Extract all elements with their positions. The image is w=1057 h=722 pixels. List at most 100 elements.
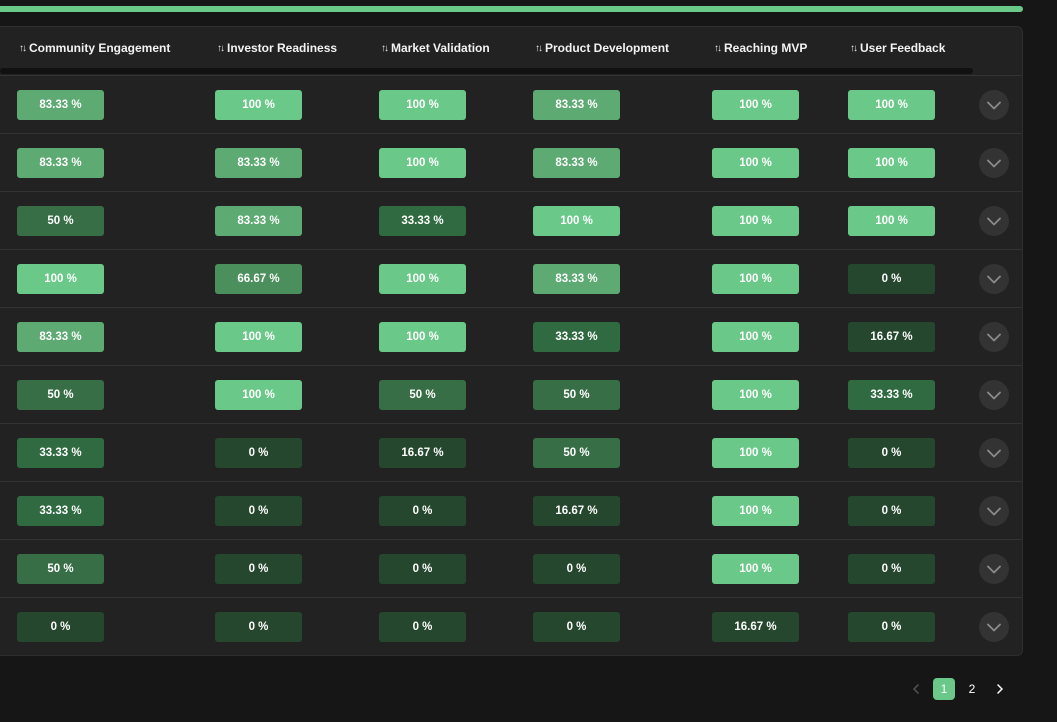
score-badge-community-engagement: 50 % — [17, 380, 104, 410]
table-row: 50 % 83.33 % 33.33 % 100 % 100 % 100 % — [0, 192, 1022, 250]
expand-row-button[interactable] — [979, 438, 1009, 468]
column-header-user-feedback[interactable]: ↑↓ User Feedback — [850, 40, 945, 56]
score-badge-market-validation: 100 % — [379, 148, 466, 178]
expand-row-button[interactable] — [979, 496, 1009, 526]
expand-row-button[interactable] — [979, 554, 1009, 584]
score-badge-user-feedback: 0 % — [848, 554, 935, 584]
chevron-down-icon — [987, 333, 1001, 341]
score-badge-user-feedback: 33.33 % — [848, 380, 935, 410]
column-header-product-development[interactable]: ↑↓ Product Development — [535, 40, 669, 56]
score-badge-product-development: 83.33 % — [533, 148, 620, 178]
score-badge-reaching-mvp: 100 % — [712, 322, 799, 352]
table-row: 0 % 0 % 0 % 0 % 16.67 % 0 % — [0, 598, 1022, 655]
expand-row-button[interactable] — [979, 206, 1009, 236]
table-row: 83.33 % 100 % 100 % 83.33 % 100 % 100 % — [0, 76, 1022, 134]
score-badge-product-development: 0 % — [533, 612, 620, 642]
score-badge-market-validation: 100 % — [379, 322, 466, 352]
next-page-button[interactable] — [989, 678, 1011, 700]
chevron-right-icon — [997, 684, 1003, 694]
column-header-reaching-mvp[interactable]: ↑↓ Reaching MVP — [714, 40, 807, 56]
chevron-down-icon — [987, 159, 1001, 167]
sort-icon: ↑↓ — [19, 42, 27, 54]
chevron-left-icon — [913, 684, 919, 694]
score-badge-reaching-mvp: 100 % — [712, 554, 799, 584]
score-badge-reaching-mvp: 100 % — [712, 206, 799, 236]
sort-icon: ↑↓ — [535, 42, 543, 54]
score-badge-market-validation: 50 % — [379, 380, 466, 410]
expand-row-button[interactable] — [979, 322, 1009, 352]
score-badge-user-feedback: 0 % — [848, 496, 935, 526]
pagination: 12 — [905, 678, 1011, 700]
column-header-investor-readiness[interactable]: ↑↓ Investor Readiness — [217, 40, 337, 56]
table-body: 83.33 % 100 % 100 % 83.33 % 100 % 100 % 83.33 … — [0, 76, 1022, 655]
chevron-down-icon — [987, 623, 1001, 631]
score-badge-community-engagement: 33.33 % — [17, 496, 104, 526]
score-badge-investor-readiness: 66.67 % — [215, 264, 302, 294]
score-badge-user-feedback: 0 % — [848, 264, 935, 294]
chevron-down-icon — [987, 391, 1001, 399]
table-row: 83.33 % 83.33 % 100 % 83.33 % 100 % 100 % — [0, 134, 1022, 192]
score-badge-product-development: 0 % — [533, 554, 620, 584]
score-badge-reaching-mvp: 100 % — [712, 148, 799, 178]
score-badge-product-development: 16.67 % — [533, 496, 620, 526]
score-badge-product-development: 50 % — [533, 380, 620, 410]
expand-row-button[interactable] — [979, 264, 1009, 294]
sort-icon: ↑↓ — [217, 42, 225, 54]
page-1-button[interactable]: 1 — [933, 678, 955, 700]
progress-bar — [0, 6, 1023, 12]
column-header-community-engagement[interactable]: ↑↓ Community Engagement — [19, 40, 170, 56]
score-badge-market-validation: 0 % — [379, 554, 466, 584]
score-badge-investor-readiness: 100 % — [215, 380, 302, 410]
horizontal-scrollbar[interactable] — [0, 68, 973, 74]
score-badge-community-engagement: 0 % — [17, 612, 104, 642]
expand-row-button[interactable] — [979, 380, 1009, 410]
score-badge-reaching-mvp: 100 % — [712, 90, 799, 120]
column-header-label: Market Validation — [391, 41, 490, 55]
score-badge-investor-readiness: 83.33 % — [215, 206, 302, 236]
score-badge-investor-readiness: 83.33 % — [215, 148, 302, 178]
table-row: 50 % 0 % 0 % 0 % 100 % 0 % — [0, 540, 1022, 598]
prev-page-button[interactable] — [905, 678, 927, 700]
score-badge-user-feedback: 100 % — [848, 90, 935, 120]
score-badge-community-engagement: 33.33 % — [17, 438, 104, 468]
score-badge-market-validation: 0 % — [379, 496, 466, 526]
chevron-down-icon — [987, 507, 1001, 515]
score-badge-market-validation: 33.33 % — [379, 206, 466, 236]
table-row: 100 % 66.67 % 100 % 83.33 % 100 % 0 % — [0, 250, 1022, 308]
column-header-market-validation[interactable]: ↑↓ Market Validation — [381, 40, 490, 56]
column-header-label: Investor Readiness — [227, 41, 338, 55]
score-badge-investor-readiness: 0 % — [215, 554, 302, 584]
score-badge-reaching-mvp: 100 % — [712, 496, 799, 526]
table-row: 50 % 100 % 50 % 50 % 100 % 33.33 % — [0, 366, 1022, 424]
column-header-label: Product Development — [545, 41, 670, 55]
table-row: 33.33 % 0 % 0 % 16.67 % 100 % 0 % — [0, 482, 1022, 540]
expand-row-button[interactable] — [979, 612, 1009, 642]
sort-icon: ↑↓ — [714, 42, 722, 54]
chevron-down-icon — [987, 565, 1001, 573]
score-badge-user-feedback: 100 % — [848, 206, 935, 236]
score-badge-product-development: 33.33 % — [533, 322, 620, 352]
score-badge-market-validation: 16.67 % — [379, 438, 466, 468]
score-badge-investor-readiness: 0 % — [215, 496, 302, 526]
score-badge-investor-readiness: 0 % — [215, 612, 302, 642]
column-header-label: Reaching MVP — [724, 41, 808, 55]
column-header-label: User Feedback — [860, 41, 946, 55]
expand-row-button[interactable] — [979, 90, 1009, 120]
score-badge-community-engagement: 83.33 % — [17, 322, 104, 352]
score-badge-reaching-mvp: 100 % — [712, 264, 799, 294]
score-badge-user-feedback: 0 % — [848, 612, 935, 642]
score-badge-reaching-mvp: 100 % — [712, 438, 799, 468]
sort-icon: ↑↓ — [381, 42, 389, 54]
expand-row-button[interactable] — [979, 148, 1009, 178]
score-badge-product-development: 83.33 % — [533, 264, 620, 294]
score-badge-community-engagement: 100 % — [17, 264, 104, 294]
score-badge-market-validation: 100 % — [379, 264, 466, 294]
score-badge-product-development: 100 % — [533, 206, 620, 236]
score-badge-user-feedback: 100 % — [848, 148, 935, 178]
score-badge-investor-readiness: 100 % — [215, 90, 302, 120]
table-header: ↑↓ Community Engagement ↑↓ Investor Readine… — [0, 27, 1022, 76]
chevron-down-icon — [987, 449, 1001, 457]
page-2-button[interactable]: 2 — [961, 678, 983, 700]
score-badge-user-feedback: 0 % — [848, 438, 935, 468]
score-badge-product-development: 83.33 % — [533, 90, 620, 120]
